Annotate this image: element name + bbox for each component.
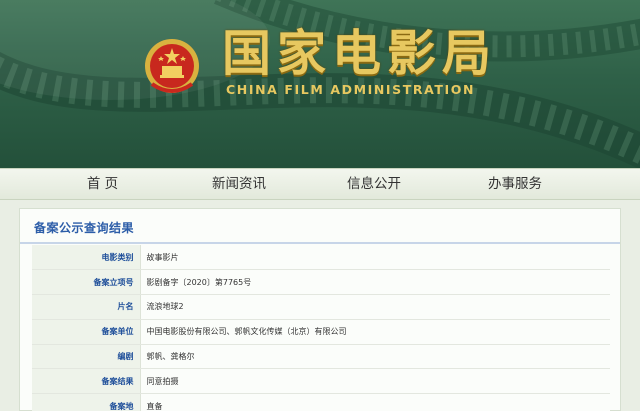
site-title: 国家电影局	[222, 25, 498, 82]
row-label: 备案结果	[32, 368, 141, 395]
site-subtitle: CHINA FILM ADMINISTRATION	[226, 82, 476, 97]
panel-title: 备案公示查询结果	[34, 221, 135, 235]
title-divider	[20, 242, 620, 244]
table-row: 备案单位 中国电影股份有限公司、郭帆文化传媒（北京）有限公司	[32, 319, 610, 345]
nav-item-services[interactable]: 办事服务	[475, 169, 555, 199]
row-value: 中国电影股份有限公司、郭帆文化传媒（北京）有限公司	[140, 319, 610, 345]
table-row: 备案地 直备	[32, 393, 610, 411]
result-panel: 备案公示查询结果 电影类别 故事影片 备案立项号 影剧备字〔2020〕第7765…	[19, 208, 621, 411]
row-label: 电影类别	[32, 245, 141, 271]
table-row: 编剧 郭帆、龚格尔	[32, 344, 610, 370]
row-label: 备案单位	[32, 319, 141, 345]
national-emblem-icon	[145, 39, 199, 93]
main-nav: 首 页 新闻资讯 信息公开 办事服务	[0, 168, 640, 200]
record-table: 电影类别 故事影片 备案立项号 影剧备字〔2020〕第7765号 片名 流浪地球…	[32, 245, 610, 411]
nav-item-news[interactable]: 新闻资讯	[205, 169, 273, 199]
table-row: 片名 流浪地球2	[32, 294, 610, 320]
table-row: 备案结果 同意拍摄	[32, 368, 610, 395]
nav-item-home[interactable]: 首 页	[0, 169, 205, 199]
row-label: 编剧	[32, 344, 141, 370]
table-row: 电影类别 故事影片	[32, 245, 610, 271]
header-banner: 国家电影局 CHINA FILM ADMINISTRATION	[0, 0, 640, 168]
table-row: 备案立项号 影剧备字〔2020〕第7765号	[32, 269, 610, 296]
nav-item-info[interactable]: 信息公开	[273, 169, 475, 199]
row-value: 同意拍摄	[140, 368, 610, 395]
row-label: 备案立项号	[32, 269, 141, 296]
row-value: 影剧备字〔2020〕第7765号	[140, 269, 610, 296]
row-value: 郭帆、龚格尔	[140, 344, 610, 370]
row-value: 直备	[140, 393, 610, 411]
row-value: 故事影片	[140, 245, 610, 271]
row-label: 备案地	[32, 393, 141, 411]
row-value: 流浪地球2	[140, 294, 610, 320]
row-label: 片名	[32, 294, 141, 320]
